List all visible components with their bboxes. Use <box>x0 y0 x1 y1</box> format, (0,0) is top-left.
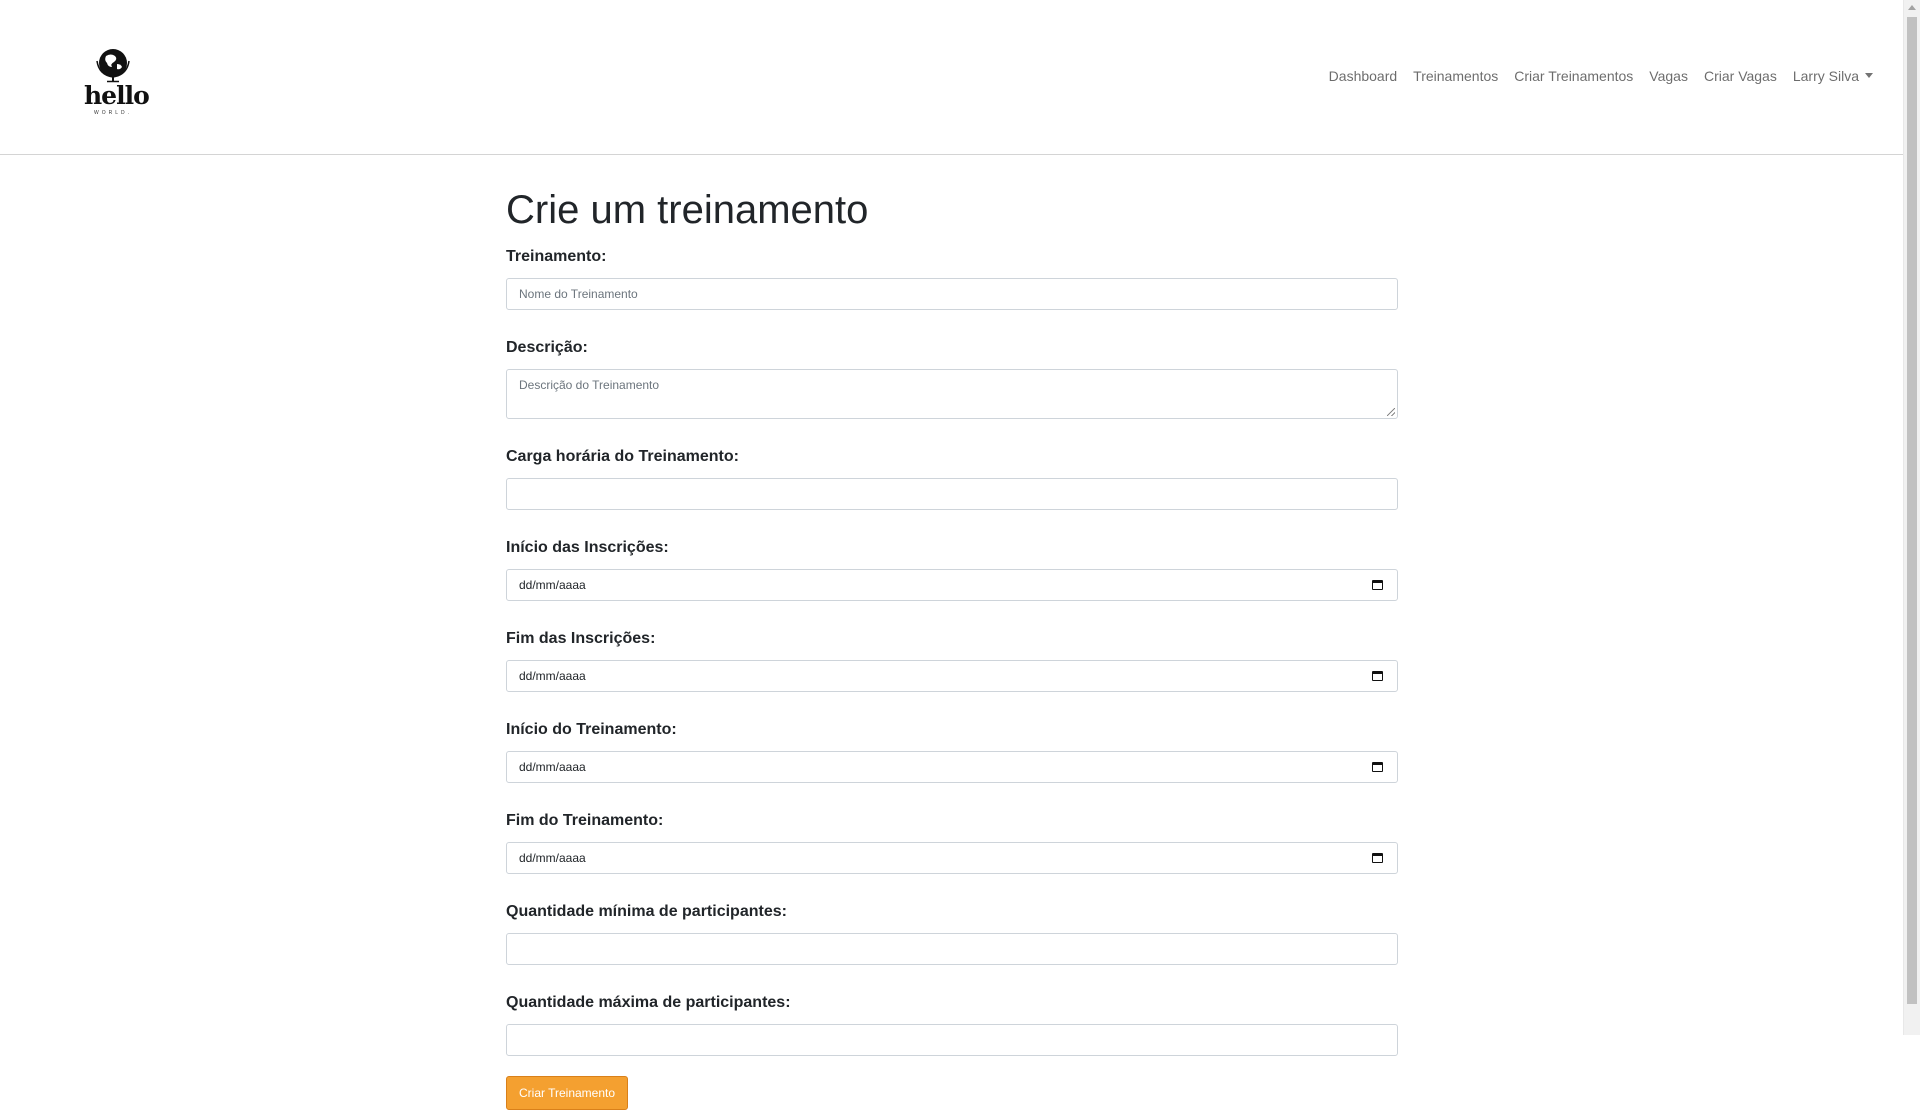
calendar-icon[interactable] <box>1372 853 1383 863</box>
main-nav: Dashboard Treinamentos Criar Treinamento… <box>1321 66 1881 87</box>
description-textarea[interactable]: Descrição do Treinamento <box>506 369 1398 419</box>
field-description: Descrição: Descrição do Treinamento <box>506 338 1398 419</box>
resize-handle-icon[interactable] <box>1387 408 1395 416</box>
brand-logo[interactable]: hello WORLD. <box>84 46 150 118</box>
caret-down-icon <box>1865 73 1873 78</box>
page-title: Crie um treinamento <box>506 188 869 232</box>
calendar-icon[interactable] <box>1372 580 1383 590</box>
training-end-date-input[interactable]: dd/mm/aaaa <box>506 842 1398 874</box>
brand-tagline: WORLD. <box>94 110 132 116</box>
registration-end-date-input[interactable]: dd/mm/aaaa <box>506 660 1398 692</box>
main-content: Crie um treinamento Treinamento: Nome do… <box>506 183 1398 1110</box>
workload-input[interactable] <box>506 478 1398 510</box>
nav-item-treinamentos[interactable]: Treinamentos <box>1405 66 1506 87</box>
scrollbar-thumb[interactable] <box>1907 17 1917 1004</box>
date-placeholder: dd/mm/aaaa <box>519 851 586 865</box>
training-name-input[interactable]: Nome do Treinamento <box>506 278 1398 310</box>
field-label: Carga horária do Treinamento: <box>506 448 739 465</box>
calendar-icon[interactable] <box>1372 671 1383 681</box>
input-placeholder: Nome do Treinamento <box>519 287 638 301</box>
field-label: Início do Treinamento: <box>506 721 677 738</box>
nav-item-vagas[interactable]: Vagas <box>1641 66 1696 87</box>
registration-start-date-input[interactable]: dd/mm/aaaa <box>506 569 1398 601</box>
scroll-up-arrow-icon[interactable] <box>1908 5 1916 10</box>
calendar-icon[interactable] <box>1372 762 1383 772</box>
brand-name: hello <box>84 81 150 110</box>
nav-item-criar-vagas[interactable]: Criar Vagas <box>1696 66 1785 87</box>
globe-icon <box>96 49 130 83</box>
field-label: Descrição: <box>506 339 588 356</box>
training-start-date-input[interactable]: dd/mm/aaaa <box>506 751 1398 783</box>
field-training-start: Início do Treinamento: dd/mm/aaaa <box>506 720 1398 783</box>
field-training-end: Fim do Treinamento: dd/mm/aaaa <box>506 811 1398 874</box>
min-participants-input[interactable] <box>506 933 1398 965</box>
user-menu-dropdown[interactable]: Larry Silva <box>1785 66 1881 87</box>
field-training-name: Treinamento: Nome do Treinamento <box>506 247 1398 310</box>
field-label: Fim do Treinamento: <box>506 812 664 829</box>
date-placeholder: dd/mm/aaaa <box>519 578 586 592</box>
vertical-scrollbar[interactable] <box>1903 0 1920 1035</box>
create-training-button[interactable]: Criar Treinamento <box>506 1076 629 1110</box>
field-label: Fim das Inscrições: <box>506 630 656 647</box>
create-training-form: Treinamento: Nome do Treinamento Descriç… <box>506 247 1398 1110</box>
field-min-participants: Quantidade mínima de participantes: <box>506 902 1398 965</box>
date-placeholder: dd/mm/aaaa <box>519 669 586 683</box>
field-label: Quantidade máxima de participantes: <box>506 994 791 1011</box>
field-label: Quantidade mínima de participantes: <box>506 903 787 920</box>
input-placeholder: Descrição do Treinamento <box>519 378 660 392</box>
field-max-participants: Quantidade máxima de participantes: <box>506 993 1398 1056</box>
field-registration-start: Início das Inscrições: dd/mm/aaaa <box>506 538 1398 601</box>
field-registration-end: Fim das Inscrições: dd/mm/aaaa <box>506 629 1398 692</box>
field-label: Treinamento: <box>506 248 607 265</box>
user-name: Larry Silva <box>1792 68 1859 84</box>
max-participants-input[interactable] <box>506 1024 1398 1056</box>
field-workload: Carga horária do Treinamento: <box>506 447 1398 510</box>
nav-item-criar-treinamentos[interactable]: Criar Treinamentos <box>1506 66 1641 87</box>
top-navbar: hello WORLD. Dashboard Treinamentos Cria… <box>0 0 1903 155</box>
field-label: Início das Inscrições: <box>506 539 669 556</box>
date-placeholder: dd/mm/aaaa <box>519 760 586 774</box>
nav-item-dashboard[interactable]: Dashboard <box>1321 66 1406 87</box>
